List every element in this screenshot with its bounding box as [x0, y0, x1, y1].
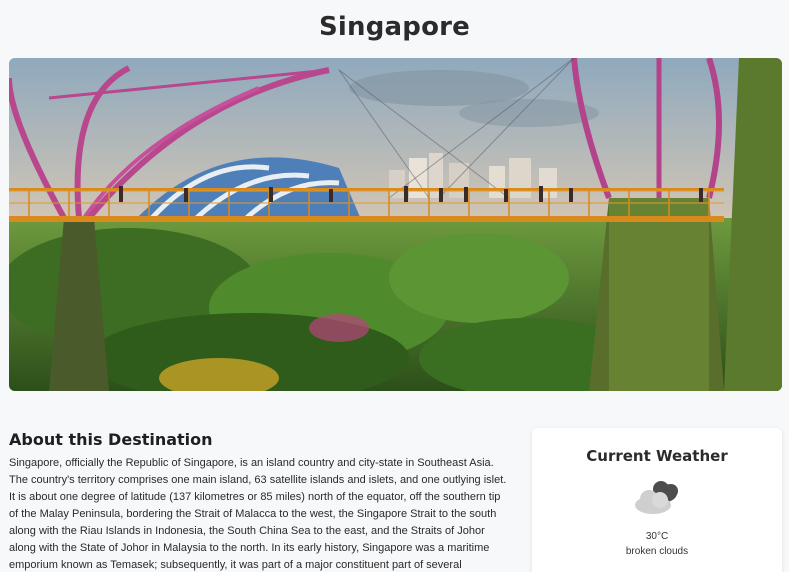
supertree-grove-image: [9, 58, 782, 391]
weather-temperature: 30°C: [645, 531, 669, 542]
destination-hero-image: [9, 58, 782, 391]
current-weather-heading: Current Weather: [586, 447, 728, 465]
about-destination-section: About this Destination Singapore, offici…: [9, 430, 511, 572]
page-title: Singapore: [318, 12, 471, 42]
broken-clouds-icon: [635, 481, 678, 514]
weather-description: broken clouds: [625, 546, 689, 557]
about-destination-description: Singapore, officially the Republic of Si…: [9, 457, 507, 571]
about-destination-heading: About this Destination: [9, 430, 213, 449]
current-weather-card: Current Weather 30°C broken clouds: [532, 428, 782, 572]
